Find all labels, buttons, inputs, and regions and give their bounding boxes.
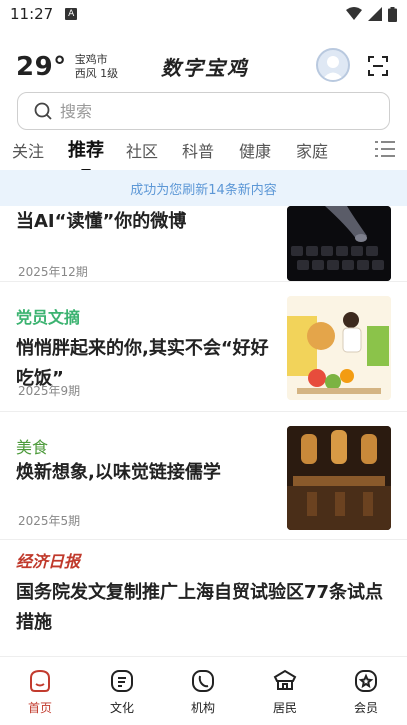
- menu-icon[interactable]: [375, 140, 395, 158]
- article-date: 2025年5期: [18, 514, 81, 528]
- header: 29° 宝鸡市 西风 1级 数字宝鸡: [0, 44, 407, 90]
- article-source: 经济日报: [16, 552, 81, 571]
- nav-label: 首页: [27, 701, 52, 715]
- nav-resident[interactable]: 居民: [255, 667, 315, 716]
- search-bar[interactable]: [17, 92, 390, 130]
- bottom-nav: 首页 文化 机构 居民 会员: [0, 656, 407, 725]
- sim-icon: A: [65, 8, 78, 20]
- article-date: 2025年9期: [18, 384, 81, 398]
- tab-community[interactable]: 社区: [126, 138, 158, 162]
- list-item[interactable]: 美食 焕新想象,以味觉链接儒学 2025年5期: [0, 412, 407, 540]
- refresh-banner: 成功为您刷新14条新内容: [0, 170, 407, 206]
- food-illustration: [287, 296, 391, 400]
- nav-label: 文化: [109, 701, 134, 715]
- list-item[interactable]: 当AI“读懂”你的微博 2025年12期: [0, 206, 407, 282]
- user-icon: [322, 56, 344, 80]
- status-time: 11:27: [10, 5, 54, 23]
- status-bar: 11:27 A: [0, 0, 407, 28]
- restaurant-image: [287, 426, 391, 530]
- list-item[interactable]: 党员文摘 悄悄胖起来的你,其实不会“好好吃饭” 2025年9期: [0, 282, 407, 412]
- member-icon: [355, 670, 377, 692]
- article-title: 焕新想象,以味觉链接儒学: [16, 462, 221, 483]
- tab-science[interactable]: 科普: [182, 138, 214, 162]
- article-thumbnail: [287, 206, 391, 281]
- tab-health[interactable]: 健康: [239, 138, 271, 162]
- nav-member[interactable]: 会员: [336, 667, 396, 716]
- city-name: 宝鸡市: [74, 53, 108, 66]
- resident-icon: [273, 669, 297, 690]
- wind-info: 西风 1级: [74, 67, 119, 80]
- avatar[interactable]: [316, 48, 350, 82]
- nav-label: 会员: [353, 701, 378, 715]
- list-item[interactable]: 经济日报 国务院发文复制推广上海自贸试验区77条试点措施: [0, 540, 407, 656]
- wifi-icon: [346, 7, 362, 20]
- brand-logo: 数字宝鸡: [161, 56, 249, 80]
- home-icon: [30, 669, 50, 692]
- article-source: 党员文摘: [16, 308, 81, 327]
- nav-culture[interactable]: 文化: [92, 667, 152, 716]
- tab-recommend[interactable]: 推荐: [68, 136, 104, 162]
- news-feed: 当AI“读懂”你的微博 2025年12期 党员文摘 悄悄胖起来的你,其实不会“好…: [0, 206, 407, 656]
- nav-label: 机构: [190, 701, 215, 715]
- search-input[interactable]: [60, 101, 360, 121]
- scan-icon[interactable]: [368, 56, 388, 76]
- nav-label: 居民: [272, 701, 297, 715]
- culture-icon: [111, 670, 133, 692]
- category-tabs: 关注 推荐 社区 科普 健康 家庭: [0, 134, 407, 170]
- nav-institution[interactable]: 机构: [173, 667, 233, 716]
- battery-icon: [388, 6, 397, 22]
- phone-icon: [192, 670, 214, 692]
- tab-family[interactable]: 家庭: [296, 138, 328, 162]
- search-icon: [34, 102, 52, 120]
- temperature: 29°: [16, 52, 67, 82]
- nav-home[interactable]: 首页: [10, 667, 70, 716]
- article-source: 美食: [16, 438, 49, 457]
- article-thumbnail: [287, 296, 391, 400]
- article-date: 2025年12期: [18, 265, 88, 279]
- article-title: 当AI“读懂”你的微博: [16, 211, 187, 232]
- keyboard-image: [287, 206, 391, 281]
- article-thumbnail: [287, 426, 391, 530]
- article-title: 国务院发文复制推广上海自贸试验区77条试点措施: [16, 582, 384, 633]
- signal-icon: [368, 7, 382, 21]
- status-icons: [346, 6, 397, 22]
- weather-info: 宝鸡市 西风 1级: [75, 53, 119, 81]
- tab-follow[interactable]: 关注: [12, 138, 44, 162]
